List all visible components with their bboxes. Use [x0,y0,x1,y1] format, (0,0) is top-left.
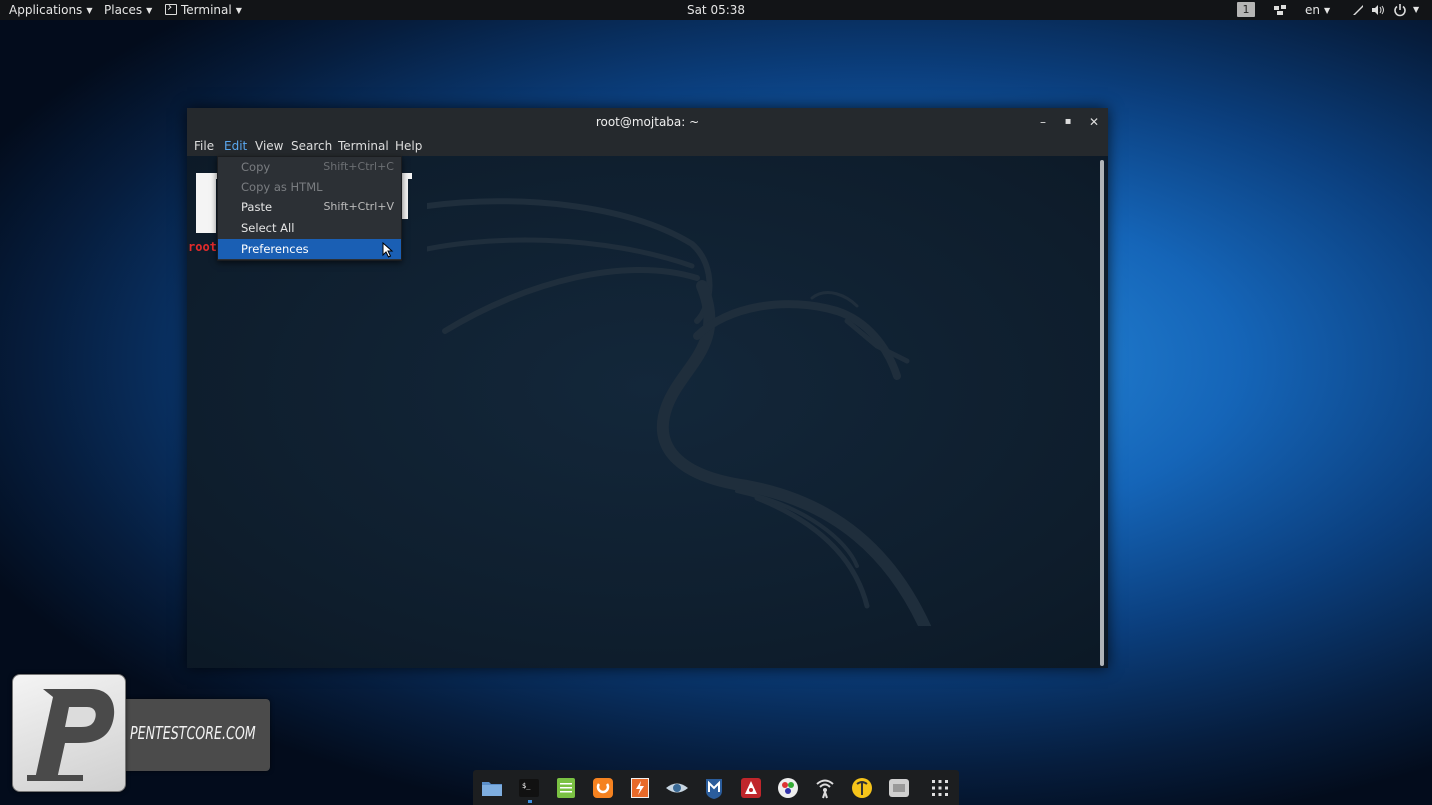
maltego-icon[interactable] [850,776,874,800]
dock: $_ [473,770,959,805]
chevron-down-icon: ▼ [146,6,153,15]
menu-item-paste[interactable]: Paste Shift+Ctrl+V [218,197,401,217]
menu-item-label: Paste [241,200,273,214]
color-picker-icon[interactable] [776,776,800,800]
banner-art-left-top [196,173,218,179]
applications-label: Applications [9,3,83,17]
burp-suite-icon[interactable] [591,776,615,800]
places-label: Places [104,3,143,17]
shell-prompt: root [188,240,217,254]
edit-menu-dropdown: Copy Shift+Ctrl+C Copy as HTML Paste Shi… [217,156,402,261]
wifi-tool-icon[interactable] [813,776,837,800]
watermark-logo [12,674,126,792]
menu-item-select-all[interactable]: Select All [218,218,401,238]
chevron-down-icon: ▼ [86,6,93,15]
armitage-icon[interactable] [739,776,763,800]
menu-item-accel: Shift+Ctrl+V [323,200,394,213]
watermark-text: PENTESTCORE.COM [130,723,256,744]
menu-item-label: Preferences [241,242,309,256]
menu-item-copy[interactable]: Copy Shift+Ctrl+C [218,157,401,177]
terminal-icon[interactable]: $_ [517,776,541,800]
mouse-cursor-icon [382,242,394,258]
chevron-down-icon: ▼ [1324,6,1331,15]
power-icon[interactable] [1393,3,1407,17]
volume-icon[interactable] [1371,3,1385,17]
terminal-scrollbar[interactable] [1100,160,1104,666]
metasploit-icon[interactable] [702,776,726,800]
menu-file[interactable]: File [191,136,217,156]
eye-icon[interactable] [665,776,689,800]
terminal-small-icon [165,4,177,15]
workspaces-icon[interactable] [1273,3,1287,17]
maximize-button[interactable]: ▪ [1056,108,1080,136]
menu-bar: File Edit View Search Terminal Help [187,136,1108,156]
language-selector[interactable]: en ▼ [1305,0,1330,20]
menu-item-copy-as-html[interactable]: Copy as HTML [218,177,401,197]
language-label: en [1305,3,1320,17]
app-menu-label: Terminal [181,3,232,17]
menu-item-label: Select All [241,221,295,235]
minimize-button[interactable]: – [1031,108,1055,136]
svg-text:$_: $_ [522,782,531,790]
text-editor-icon[interactable] [554,776,578,800]
workspace-indicator[interactable]: 1 [1237,2,1255,17]
menu-edit[interactable]: Edit [221,136,250,156]
app-menu-terminal[interactable]: Terminal ▼ [165,0,242,20]
watermark-text-panel: PENTESTCORE.COM [124,699,270,771]
zap-icon[interactable] [628,776,652,800]
top-panel: Applications ▼ Places ▼ Terminal ▼ Sat 05:3… [0,0,1432,20]
chevron-down-icon: ▼ [235,6,242,15]
files-icon[interactable] [480,776,504,800]
running-indicator [528,800,532,803]
menu-item-accel: Shift+Ctrl+C [323,160,394,173]
menu-help[interactable]: Help [392,136,425,156]
pentestcore-logo-icon [27,689,115,781]
screenshot-icon[interactable] [887,776,911,800]
menu-item-label: Copy as HTML [241,180,323,194]
window-title: root@mojtaba: ~ [595,115,700,129]
clock[interactable]: Sat 05:38 [687,3,745,17]
pen-tool-icon[interactable] [1351,3,1365,17]
kali-dragon-icon [427,198,932,626]
menu-item-preferences[interactable]: Preferences [218,239,401,259]
menu-view[interactable]: View [252,136,286,156]
applications-menu[interactable]: Applications ▼ [9,0,92,20]
menu-search[interactable]: Search [288,136,335,156]
close-button[interactable]: ✕ [1082,108,1106,136]
menu-terminal[interactable]: Terminal [335,136,392,156]
menu-item-label: Copy [241,160,271,174]
banner-art-left [196,173,216,233]
places-menu[interactable]: Places ▼ [104,0,152,20]
system-menu-chevron-icon[interactable]: ▼ [1413,0,1419,20]
window-titlebar[interactable]: root@mojtaba: ~ – ▪ ✕ [187,108,1108,136]
app-grid-icon[interactable] [928,776,952,800]
